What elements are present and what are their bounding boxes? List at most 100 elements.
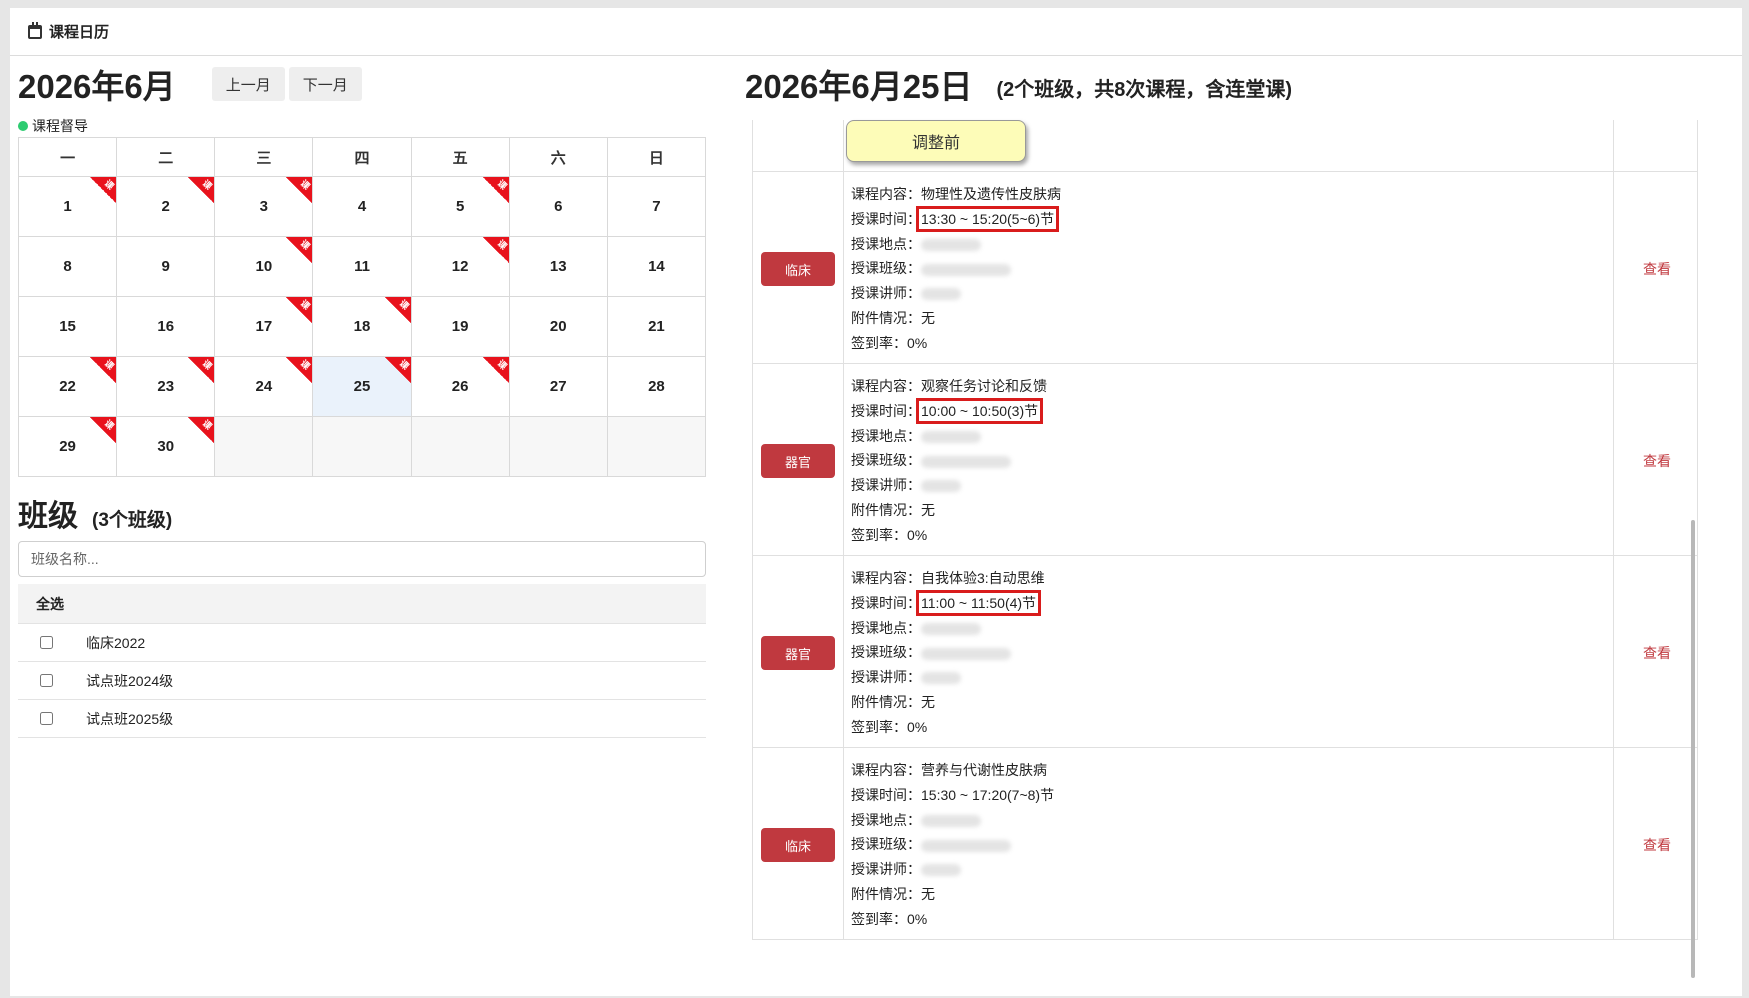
- day-number: 29: [59, 438, 76, 455]
- calendar-day-28[interactable]: 28: [606, 356, 707, 417]
- calendar-day-6[interactable]: 6: [508, 176, 608, 237]
- course-content: 营养与代谢性皮肤病: [921, 762, 1047, 778]
- calendar-day-1[interactable]: 1课: [17, 176, 118, 237]
- course-info: 课程内容：物理性及遗传性皮肤病 授课时间：13:30 ~ 15:20(5~6)节授…: [851, 182, 1061, 356]
- calendar-day-24[interactable]: 24 课: [214, 356, 314, 417]
- day-number: 28: [648, 378, 665, 395]
- content-label: 课程内容：: [851, 186, 921, 202]
- view-link[interactable]: 查看: [1643, 259, 1671, 279]
- course-time: 15:30 ~ 17:20(7~8)节: [921, 786, 1055, 803]
- empty-day-cell: [312, 416, 412, 477]
- course-type-tag[interactable]: 器官: [761, 444, 835, 478]
- calendar-day-12[interactable]: 12 课: [410, 236, 510, 297]
- day-number: 10: [255, 258, 273, 275]
- place-label: 授课地点：: [851, 619, 921, 636]
- course-marker-label: 课: [102, 178, 117, 192]
- day-number: 6: [554, 198, 563, 215]
- calendar-icon: [28, 21, 42, 39]
- course-info: 课程内容：自我体验3:自动思维 授课时间：11:00 ~ 11:50(4)节 授课地…: [851, 566, 1045, 740]
- calendar-day-20[interactable]: 20: [508, 296, 608, 357]
- calendar-day-4[interactable]: 4: [312, 176, 412, 237]
- course-marker-label: 课: [102, 358, 117, 372]
- next-month-button[interactable]: 下一月: [288, 67, 362, 101]
- calendar-day-3[interactable]: 3课: [214, 176, 314, 237]
- course-time: 10:00 ~ 10:50(3)节: [915, 397, 1044, 424]
- course-marker-label: 课: [298, 178, 313, 192]
- calendar-day-8[interactable]: 8: [17, 236, 118, 297]
- course-marker: 课: [384, 357, 411, 383]
- weekday-header: 三: [214, 137, 314, 177]
- empty-day-cell: [508, 416, 608, 477]
- class-label: 授课班级：: [851, 260, 921, 277]
- course-marker-label: 课: [396, 298, 411, 312]
- course-marker: 课: [482, 357, 509, 383]
- calendar-day-21[interactable]: 21: [606, 296, 707, 357]
- class-count: (3个班级): [92, 510, 173, 531]
- calendar-day-27[interactable]: 27: [508, 356, 608, 417]
- calendar-day-29[interactable]: 29 课: [17, 416, 118, 477]
- class-checkbox[interactable]: [40, 712, 53, 725]
- day-number: 25: [353, 378, 371, 395]
- content-label: 课程内容：: [851, 762, 921, 778]
- day-number: 3: [259, 198, 269, 215]
- course-marker: 课: [90, 417, 116, 443]
- day-number: 30: [157, 438, 175, 455]
- calendar-day-5[interactable]: 5课: [410, 176, 510, 237]
- adjust-before-button[interactable]: 调整前: [846, 120, 1026, 162]
- top-bar: 课程日历: [10, 8, 1742, 56]
- class-name: 临床2022: [86, 634, 146, 651]
- rate-label: 签到率：: [851, 910, 907, 927]
- legend-dot: [18, 121, 28, 131]
- schedule-list[interactable]: 调整前 临床 课程内容：物理性及遗传性皮肤病 授课时间：13:30 ~ 15:20(…: [752, 120, 1698, 940]
- calendar-day-2[interactable]: 2课: [116, 176, 216, 237]
- calendar-day-25[interactable]: 25 课: [312, 356, 412, 417]
- course-marker: 课: [482, 237, 509, 263]
- calendar-day-17[interactable]: 17 课: [214, 296, 314, 357]
- course-row: 临床 课程内容：营养与代谢性皮肤病 授课时间：15:30 ~ 17:20(7~8)节…: [753, 748, 1697, 940]
- calendar-day-18[interactable]: 18 课: [312, 296, 412, 357]
- calendar-day-15[interactable]: 15: [17, 296, 118, 357]
- time-label: 授课时间：: [851, 402, 921, 419]
- calendar-day-10[interactable]: 10 课: [214, 236, 314, 297]
- calendar-day-13[interactable]: 13: [508, 236, 608, 297]
- teacher-label: 授课讲师：: [851, 477, 921, 494]
- course-type-tag[interactable]: 器官: [761, 636, 835, 670]
- calendar-day-19[interactable]: 19: [410, 296, 510, 357]
- class-row[interactable]: 试点班2025级: [18, 700, 706, 738]
- place-label: 授课地点：: [851, 235, 921, 252]
- course-content: 观察任务讨论和反馈: [921, 378, 1047, 394]
- calendar-day-16[interactable]: 16: [116, 296, 216, 357]
- select-all-header[interactable]: 全选: [18, 584, 706, 624]
- time-label: 授课时间：: [851, 786, 921, 803]
- attach-value: 无: [921, 693, 935, 710]
- course-type-tag[interactable]: 临床: [761, 828, 835, 862]
- view-link[interactable]: 查看: [1643, 835, 1671, 855]
- calendar-day-22[interactable]: 22 课: [17, 356, 118, 417]
- calendar-day-30[interactable]: 30 课: [116, 416, 216, 477]
- calendar-day-14[interactable]: 14: [606, 236, 707, 297]
- class-checkbox[interactable]: [40, 636, 53, 649]
- calendar-grid: 一二三四五六日 1 课 2 课 3 课 4 5 课 6 7 8 9 10 课 11 12 课 13 14 15 16 17 课…: [17, 137, 707, 477]
- course-type-tag[interactable]: 临床: [761, 252, 835, 286]
- class-row[interactable]: 试点班2024级: [18, 662, 706, 700]
- day-number: 7: [652, 198, 661, 215]
- course-marker: 课: [188, 417, 214, 443]
- weekday-header: 六: [508, 137, 608, 177]
- calendar-day-9[interactable]: 9: [116, 236, 216, 297]
- calendar-day-7[interactable]: 7: [606, 176, 707, 237]
- calendar-day-23[interactable]: 23 课: [116, 356, 216, 417]
- attach-label: 附件情况：: [851, 693, 921, 710]
- prev-month-button[interactable]: 上一月: [211, 67, 285, 101]
- class-search-input[interactable]: [18, 541, 706, 577]
- redacted-place: [921, 238, 981, 251]
- view-link[interactable]: 查看: [1643, 643, 1671, 663]
- redacted-place: [921, 814, 981, 827]
- scrollbar[interactable]: [1691, 520, 1695, 978]
- class-checkbox[interactable]: [40, 674, 53, 687]
- class-row[interactable]: 临床2022: [18, 624, 706, 662]
- calendar-day-26[interactable]: 26 课: [410, 356, 510, 417]
- class-section-title: 班级: [18, 500, 78, 533]
- calendar-day-11[interactable]: 11: [312, 236, 412, 297]
- view-link[interactable]: 查看: [1643, 451, 1671, 471]
- course-marker: 课: [90, 357, 116, 383]
